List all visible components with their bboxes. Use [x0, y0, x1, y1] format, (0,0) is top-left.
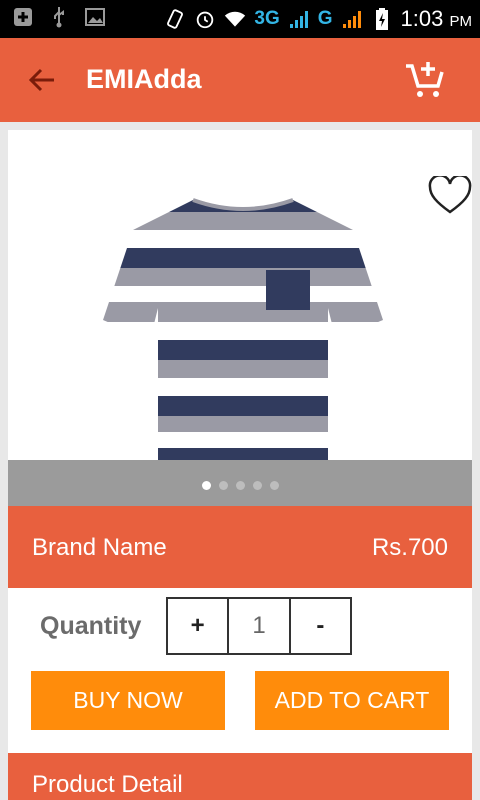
pager-dot[interactable]: [269, 481, 279, 490]
product-info-bar: Brand Name Rs.700: [8, 506, 472, 588]
alarm-icon: [194, 8, 216, 30]
signal-icon: [288, 8, 310, 30]
product-detail-header[interactable]: Product Detail: [8, 753, 472, 800]
arrow-left-icon: [28, 68, 54, 92]
status-bar: 3G G 1:03 PM: [0, 0, 480, 38]
clock: 1:03 PM: [400, 6, 472, 31]
signal-icon-2: [341, 8, 363, 30]
network-g-label: G: [317, 8, 333, 29]
favorite-button[interactable]: [428, 174, 472, 218]
app-bar: EMIAdda: [0, 38, 480, 122]
quantity-increment-button[interactable]: +: [168, 599, 230, 653]
cart-add-icon: [406, 62, 444, 97]
image-notification-icon: [84, 6, 106, 28]
pager-dot[interactable]: [235, 481, 245, 490]
pager-dot[interactable]: [201, 481, 211, 490]
brand-name: Brand Name: [32, 534, 167, 561]
cart-button[interactable]: [404, 60, 446, 100]
product-price: Rs.700: [371, 534, 448, 561]
product-detail-title: Product Detail: [32, 771, 183, 798]
quantity-label: Quantity: [40, 612, 142, 640]
back-button[interactable]: [26, 64, 58, 96]
quantity-decrement-button[interactable]: -: [291, 599, 350, 653]
product-image-card[interactable]: [8, 130, 472, 506]
app-title: EMIAdda: [86, 64, 202, 94]
usb-icon: [48, 6, 70, 28]
product-image: [103, 198, 383, 465]
wifi-icon: [224, 8, 246, 30]
battery-charging-icon: [371, 8, 393, 30]
quantity-value: 1: [229, 599, 291, 653]
add-to-cart-button[interactable]: ADD TO CART: [255, 671, 449, 730]
buy-now-button[interactable]: BUY NOW: [31, 671, 225, 730]
pager-dot[interactable]: [218, 481, 228, 490]
quantity-stepper: + 1 -: [166, 597, 352, 655]
purchase-actions: Quantity + 1 - BUY NOW ADD TO CART: [8, 588, 472, 753]
pager-dot[interactable]: [252, 481, 262, 490]
vibrate-icon: [164, 8, 186, 30]
add-notification-icon: [12, 6, 34, 28]
heart-outline-icon: [428, 174, 472, 214]
image-pager-dots: [8, 481, 472, 490]
network-3g-label: 3G: [254, 8, 280, 29]
